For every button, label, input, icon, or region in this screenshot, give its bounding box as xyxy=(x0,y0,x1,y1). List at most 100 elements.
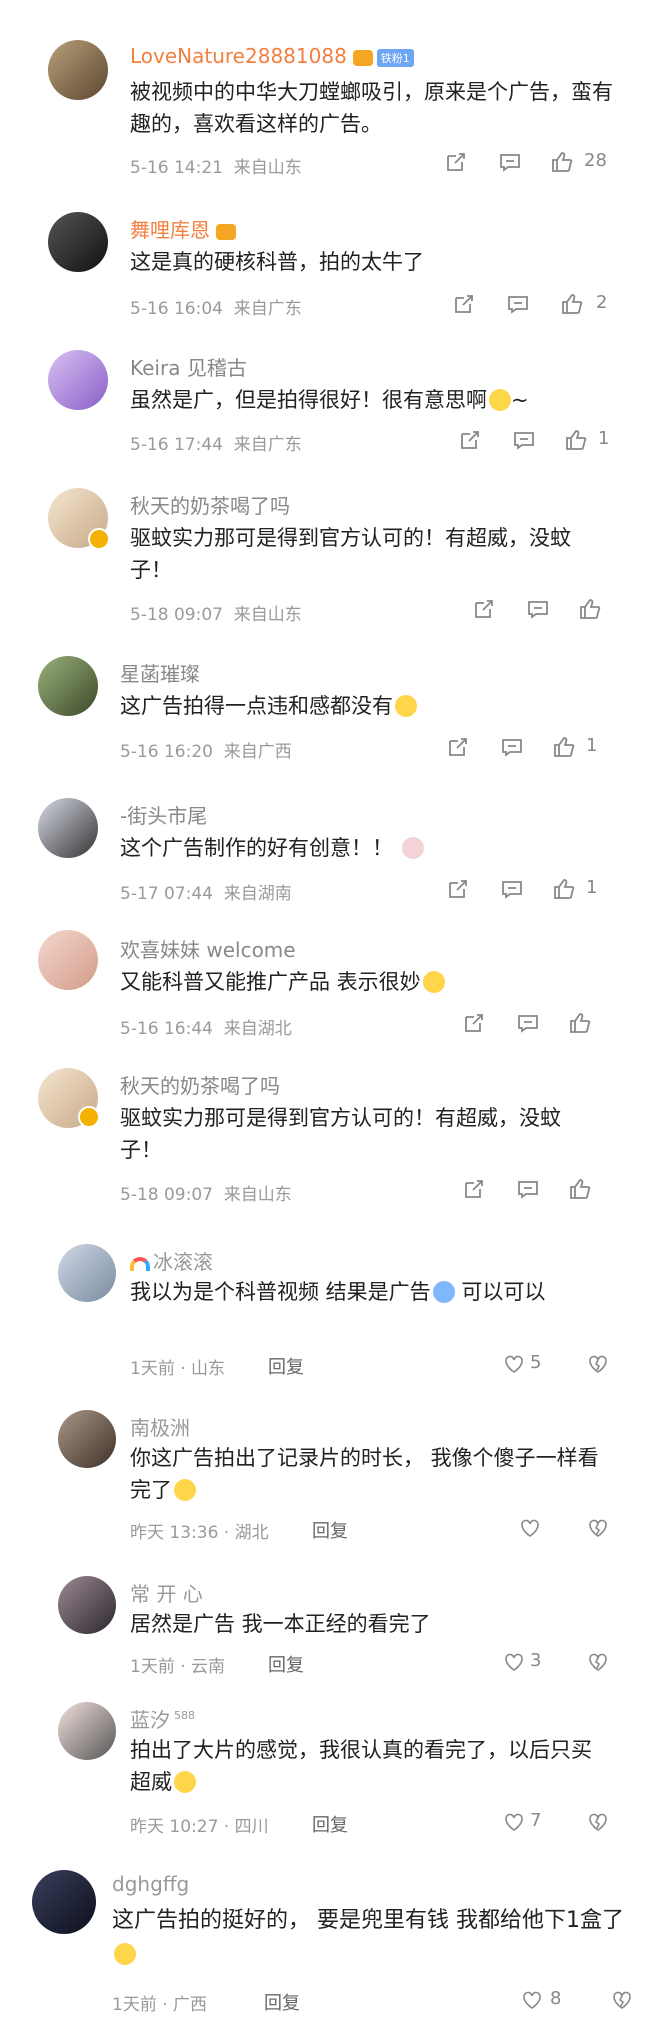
comment-actions: 2 xyxy=(452,292,652,318)
comment-icon[interactable] xyxy=(506,292,530,316)
username[interactable]: 舞哩库恩 xyxy=(130,214,236,243)
broken-heart-icon[interactable] xyxy=(586,1810,610,1834)
comment-icon[interactable] xyxy=(516,1011,540,1035)
comment-meta: 5-16 16:20 来自广西 xyxy=(120,742,292,762)
avatar[interactable] xyxy=(58,1244,116,1302)
like-count: 1 xyxy=(598,428,610,449)
reply-button[interactable]: 回复 xyxy=(268,1651,304,1677)
avatar[interactable] xyxy=(32,1870,96,1934)
comment-actions: 1 xyxy=(446,877,646,903)
heart-icon[interactable] xyxy=(518,1516,542,1540)
avatar[interactable] xyxy=(38,656,98,716)
username[interactable]: 欢喜妹妹 welcome xyxy=(120,934,296,963)
share-icon[interactable] xyxy=(452,292,476,316)
comment-icon[interactable] xyxy=(500,877,524,901)
reply-meta: 昨天 10:27 · 四川 xyxy=(130,1817,269,1837)
broken-heart-icon[interactable] xyxy=(610,1988,634,2012)
comment-actions xyxy=(462,1177,622,1203)
like-count: 1 xyxy=(586,735,598,756)
username[interactable]: dghgffg xyxy=(112,1872,189,1896)
username[interactable]: 南极洲 xyxy=(130,1412,190,1441)
comment-meta: 5-16 14:21 来自山东 xyxy=(130,158,302,178)
reply-meta: 昨天 13:36 · 湖北 xyxy=(130,1523,269,1543)
rainbow-icon xyxy=(130,1256,150,1271)
share-icon[interactable] xyxy=(462,1011,486,1035)
like-count: 8 xyxy=(550,1988,562,2009)
avatar[interactable] xyxy=(48,40,108,100)
avatar[interactable] xyxy=(58,1410,116,1468)
comment-icon[interactable] xyxy=(500,735,524,759)
username[interactable]: 冰滚滚 xyxy=(130,1246,213,1275)
comment-actions: 1 xyxy=(458,428,658,454)
surprised-emoji-icon xyxy=(422,971,445,993)
username[interactable]: Keira 见稽古 xyxy=(130,352,247,381)
share-icon[interactable] xyxy=(462,1177,486,1201)
share-icon[interactable] xyxy=(458,428,482,452)
comment-text: 驱蚊实力那可是得到官方认可的！有超威，没蚊子！ xyxy=(120,1106,561,1162)
like-count: 7 xyxy=(530,1810,542,1831)
share-icon[interactable] xyxy=(446,735,470,759)
comment-actions xyxy=(472,597,632,623)
avatar[interactable] xyxy=(58,1702,116,1760)
like-count: 5 xyxy=(530,1352,542,1373)
username[interactable]: LoveNature28881088 铁粉1 xyxy=(130,44,414,68)
username[interactable]: -街头市尾 xyxy=(120,800,207,829)
heart-icon[interactable] xyxy=(502,1352,526,1376)
share-icon[interactable] xyxy=(444,150,468,174)
username[interactable]: 蓝汐 588 xyxy=(130,1704,195,1733)
comment-icon[interactable] xyxy=(498,150,522,174)
like-count: 2 xyxy=(596,292,608,313)
comment-text: 这是真的硬核科普，拍的太牛了 xyxy=(130,250,424,274)
heart-icon[interactable] xyxy=(520,1988,544,2012)
broken-heart-icon[interactable] xyxy=(586,1352,610,1376)
comment-text: 被视频中的中华大刀螳螂吸引，原来是个广告，蛮有趣的，喜欢看这样的广告。 xyxy=(130,80,613,136)
cute-emoji-icon xyxy=(395,695,417,717)
username[interactable]: 秋天的奶茶喝了吗 xyxy=(120,1070,280,1099)
broken-heart-icon[interactable] xyxy=(586,1516,610,1540)
avatar[interactable] xyxy=(48,212,108,272)
reply-button[interactable]: 回复 xyxy=(268,1353,304,1379)
like-icon[interactable] xyxy=(560,292,584,316)
avatar[interactable] xyxy=(38,930,98,990)
comment-icon[interactable] xyxy=(526,597,550,621)
like-icon[interactable] xyxy=(568,1011,592,1035)
like-icon[interactable] xyxy=(552,735,576,759)
comment-icon[interactable] xyxy=(512,428,536,452)
username[interactable]: 秋天的奶茶喝了吗 xyxy=(130,490,290,519)
fan-crown-icon xyxy=(216,223,236,240)
heart-icon[interactable] xyxy=(502,1650,526,1674)
comment-text: 我以为是个科普视频 结果是广告 可以可以 xyxy=(130,1280,546,1304)
comment-meta: 5-16 16:04 来自广东 xyxy=(130,299,302,319)
crying-emoji-icon xyxy=(432,1281,455,1303)
comment-icon[interactable] xyxy=(516,1177,540,1201)
share-icon[interactable] xyxy=(446,877,470,901)
comment-actions xyxy=(462,1011,622,1037)
username[interactable]: 常 开 心 xyxy=(130,1578,203,1607)
like-icon[interactable] xyxy=(552,877,576,901)
comment-text: 拍出了大片的感觉，我很认真的看完了，以后只买超威 xyxy=(130,1738,592,1794)
avatar[interactable] xyxy=(58,1576,116,1634)
reply-button[interactable]: 回复 xyxy=(264,1989,300,2015)
like-icon[interactable] xyxy=(564,428,588,452)
like-count: 1 xyxy=(586,877,598,898)
comment-text: 又能科普又能推广产品 表示很妙 xyxy=(120,966,620,998)
share-icon[interactable] xyxy=(472,597,496,621)
heart-icon[interactable] xyxy=(502,1810,526,1834)
comment-text: 这广告拍得一点违和感都没有 xyxy=(120,690,620,722)
sweat-smile-emoji-icon xyxy=(489,389,511,411)
avatar[interactable] xyxy=(38,798,98,858)
comment-text: 这个广告制作的好有创意！！ xyxy=(120,832,620,864)
reply-button[interactable]: 回复 xyxy=(312,1517,348,1543)
fan-crown-icon xyxy=(352,49,373,66)
avatar[interactable] xyxy=(48,350,108,410)
verified-icon xyxy=(78,1106,100,1128)
like-icon[interactable] xyxy=(568,1177,592,1201)
like-icon[interactable] xyxy=(578,597,602,621)
comment-text: 驱蚊实力那可是得到官方认可的！有超威，没蚊子！ xyxy=(130,526,571,582)
rofl-emoji-icon xyxy=(114,1943,136,1965)
reply-button[interactable]: 回复 xyxy=(312,1811,348,1837)
broken-heart-icon[interactable] xyxy=(586,1650,610,1674)
like-icon[interactable] xyxy=(550,150,574,174)
comment-meta: 5-18 09:07 来自山东 xyxy=(130,605,302,625)
username[interactable]: 星菡璀璨 xyxy=(120,658,200,687)
